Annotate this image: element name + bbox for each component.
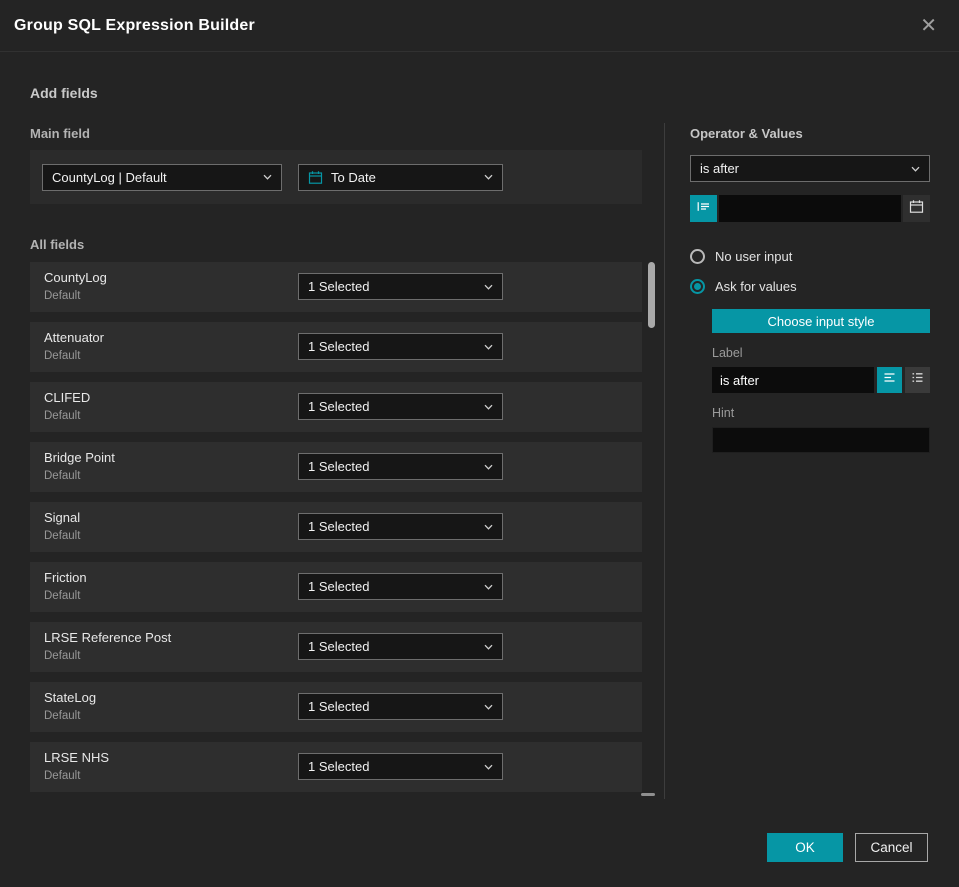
label-input-row [712, 367, 930, 393]
date-type-dropdown[interactable]: To Date [298, 163, 503, 191]
operator-dropdown[interactable]: is after [690, 155, 930, 182]
operator-dropdown-value: is after [700, 161, 740, 176]
dialog-title: Group SQL Expression Builder [14, 16, 255, 34]
field-selection-value: 1 Selected [308, 339, 370, 354]
field-row: LRSE Reference Post Default 1 Selected [30, 622, 642, 672]
chevron-down-icon [476, 644, 493, 650]
field-selection-value: 1 Selected [308, 399, 370, 414]
date-type-dropdown-value: To Date [331, 169, 376, 185]
radio-icon [690, 279, 705, 294]
field-selection-dropdown[interactable]: 1 Selected [298, 273, 503, 300]
field-row: CLIFED Default 1 Selected [30, 382, 642, 432]
field-row: StateLog Default 1 Selected [30, 682, 642, 732]
field-row: CountyLog Default 1 Selected [30, 262, 642, 312]
all-fields-label: All fields [30, 237, 85, 252]
field-selection-value: 1 Selected [308, 579, 370, 594]
hint-field-label: Hint [712, 406, 735, 420]
chevron-down-icon [476, 174, 493, 180]
label-field-label: Label [712, 346, 743, 360]
operator-values-panel: Operator & Values is after No user input… [690, 126, 930, 453]
chevron-down-icon [476, 584, 493, 590]
group-sql-expression-builder-dialog: Group SQL Expression Builder ✕ Add field… [0, 0, 959, 887]
field-selection-dropdown[interactable]: 1 Selected [298, 633, 503, 660]
list-icon [911, 371, 924, 389]
main-field-panel: CountyLog | Default To Date [30, 150, 642, 204]
add-fields-panel: Add fields Main field CountyLog | Defaul… [30, 52, 642, 792]
chevron-down-icon [476, 704, 493, 710]
radio-icon [690, 249, 705, 264]
list-style-toggle[interactable] [905, 367, 930, 393]
ok-button[interactable]: OK [767, 833, 843, 862]
all-fields-list: CountyLog Default 1 Selected Attenuator … [30, 262, 642, 792]
value-input[interactable] [719, 195, 901, 222]
radio-ask-for-values[interactable]: Ask for values [690, 279, 930, 294]
hint-input[interactable] [712, 427, 930, 453]
text-input-icon [696, 199, 711, 219]
footer: OK Cancel [767, 833, 928, 862]
calendar-icon [308, 170, 323, 185]
close-icon[interactable]: ✕ [916, 14, 941, 38]
field-row: LRSE NHS Default 1 Selected [30, 742, 642, 792]
field-selection-dropdown[interactable]: 1 Selected [298, 513, 503, 540]
field-selection-value: 1 Selected [308, 519, 370, 534]
field-row: Bridge Point Default 1 Selected [30, 442, 642, 492]
operator-values-heading: Operator & Values [690, 126, 803, 141]
field-row: Signal Default 1 Selected [30, 502, 642, 552]
field-row: Attenuator Default 1 Selected [30, 322, 642, 372]
align-left-icon [883, 371, 896, 389]
radio-label: No user input [715, 249, 793, 264]
radio-no-user-input[interactable]: No user input [690, 249, 930, 264]
input-type-button[interactable] [690, 195, 717, 222]
column-divider [664, 123, 665, 799]
dialog-header: Group SQL Expression Builder ✕ [0, 0, 959, 52]
chevron-down-icon [476, 524, 493, 530]
chevron-down-icon [255, 174, 272, 180]
field-selection-dropdown[interactable]: 1 Selected [298, 693, 503, 720]
chevron-down-icon [476, 284, 493, 290]
field-selection-dropdown[interactable]: 1 Selected [298, 333, 503, 360]
add-fields-heading: Add fields [30, 85, 98, 101]
scrollbar-end-indicator [641, 793, 655, 796]
field-selection-dropdown[interactable]: 1 Selected [298, 753, 503, 780]
main-field-label: Main field [30, 126, 90, 141]
field-selection-value: 1 Selected [308, 639, 370, 654]
field-selection-value: 1 Selected [308, 699, 370, 714]
chevron-down-icon [476, 464, 493, 470]
single-line-style-toggle[interactable] [877, 367, 902, 393]
field-selection-value: 1 Selected [308, 279, 370, 294]
chevron-down-icon [476, 404, 493, 410]
value-input-row [690, 195, 930, 222]
main-field-dropdown-value: CountyLog | Default [52, 169, 167, 185]
field-selection-value: 1 Selected [308, 759, 370, 774]
field-row: Friction Default 1 Selected [30, 562, 642, 612]
calendar-icon [909, 199, 924, 219]
date-picker-button[interactable] [903, 195, 930, 222]
radio-label: Ask for values [715, 279, 797, 294]
chevron-down-icon [903, 166, 920, 172]
field-selection-dropdown[interactable]: 1 Selected [298, 393, 503, 420]
label-input[interactable] [712, 367, 874, 393]
scrollbar-thumb[interactable] [648, 262, 655, 328]
ask-for-values-options: Choose input style Label is after Hint [712, 294, 930, 453]
list-scrollbar[interactable] [648, 262, 656, 794]
field-selection-dropdown[interactable]: 1 Selected [298, 453, 503, 480]
choose-input-style-button[interactable]: Choose input style [712, 309, 930, 333]
chevron-down-icon [476, 344, 493, 350]
field-selection-value: 1 Selected [308, 459, 370, 474]
cancel-button[interactable]: Cancel [855, 833, 928, 862]
main-field-dropdown[interactable]: CountyLog | Default [42, 163, 282, 191]
chevron-down-icon [476, 764, 493, 770]
field-selection-dropdown[interactable]: 1 Selected [298, 573, 503, 600]
